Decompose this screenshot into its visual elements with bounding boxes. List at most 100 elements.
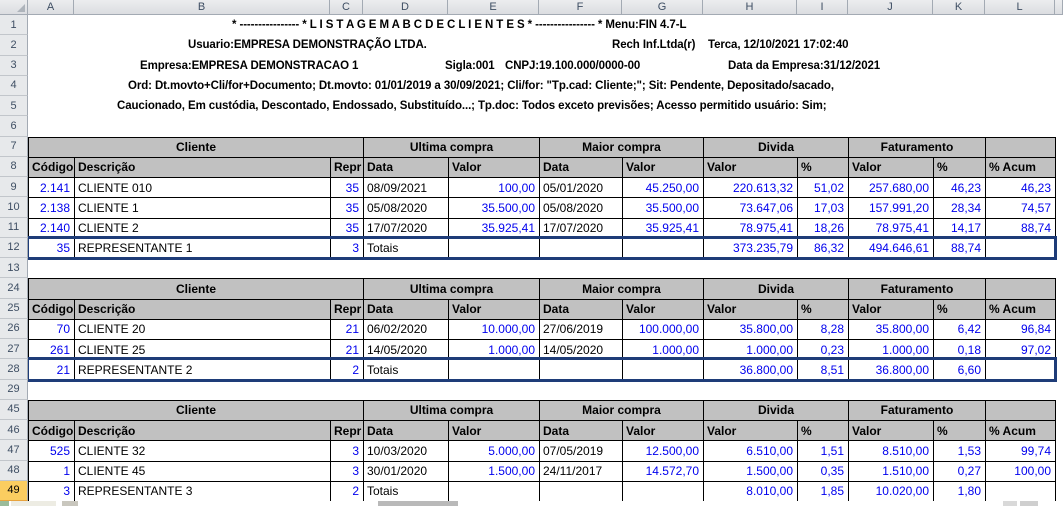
group-header-empty[interactable]: [986, 279, 1056, 300]
data-cell[interactable]: 100,00: [449, 178, 540, 199]
data-cell[interactable]: 07/05/2019: [540, 441, 623, 462]
data-cell[interactable]: 78.975,41: [704, 218, 798, 239]
data-cell[interactable]: 1.510,00: [849, 461, 934, 482]
data-cell[interactable]: 74,57: [986, 198, 1056, 219]
totals-cell[interactable]: 3: [331, 238, 364, 259]
data-cell[interactable]: 2.138: [29, 198, 75, 219]
row-header-7[interactable]: 7: [0, 136, 28, 157]
group-header-divida[interactable]: Divida: [704, 400, 849, 421]
data-cell[interactable]: 10.000,00: [449, 319, 540, 340]
data-cell[interactable]: 6,42: [934, 319, 986, 340]
data-cell[interactable]: 8.510,00: [849, 441, 934, 462]
data-cell[interactable]: 46,23: [934, 178, 986, 199]
data-cell[interactable]: CLIENTE 20: [75, 319, 331, 340]
data-cell[interactable]: 35.800,00: [849, 319, 934, 340]
totals-cell[interactable]: [986, 481, 1056, 502]
data-cell[interactable]: 3: [331, 441, 364, 462]
data-cell[interactable]: 24/11/2017: [540, 461, 623, 482]
data-cell[interactable]: 17,03: [798, 198, 849, 219]
totals-cell[interactable]: 6,60: [934, 360, 986, 381]
totals-cell[interactable]: REPRESENTANTE 1: [75, 238, 331, 259]
group-header-ultima-compra[interactable]: Ultima compra: [364, 400, 540, 421]
column-header-F[interactable]: F: [539, 0, 622, 15]
data-cell[interactable]: 99,74: [986, 441, 1056, 462]
data-cell[interactable]: 0,18: [934, 340, 986, 361]
data-cell[interactable]: 1.500,00: [704, 461, 798, 482]
totals-cell[interactable]: 21: [29, 360, 75, 381]
data-cell[interactable]: 8,28: [798, 319, 849, 340]
totals-cell[interactable]: 86,32: [798, 238, 849, 259]
data-cell[interactable]: 28,34: [934, 198, 986, 219]
data-cell[interactable]: 100.000,00: [623, 319, 704, 340]
group-header-ultima-compra[interactable]: Ultima compra: [364, 279, 540, 300]
column-label-cell[interactable]: % Acum: [986, 421, 1056, 442]
data-cell[interactable]: 2.141: [29, 178, 75, 199]
column-label-cell[interactable]: %: [798, 421, 849, 442]
data-cell[interactable]: 45.250,00: [623, 178, 704, 199]
row-header-2[interactable]: 2: [0, 35, 28, 56]
column-label-cell[interactable]: Data: [364, 157, 449, 178]
column-label-cell[interactable]: Valor: [704, 157, 798, 178]
data-cell[interactable]: 100,00: [986, 461, 1056, 482]
data-cell[interactable]: 35.800,00: [704, 319, 798, 340]
data-cell[interactable]: 35.925,41: [449, 218, 540, 239]
totals-cell[interactable]: [623, 238, 704, 259]
column-label-cell[interactable]: Descrição: [75, 299, 331, 320]
data-cell[interactable]: 6.510,00: [704, 441, 798, 462]
data-cell[interactable]: 14/05/2020: [364, 340, 449, 361]
column-label-cell[interactable]: Data: [540, 157, 623, 178]
totals-cell[interactable]: [986, 360, 1056, 381]
column-label-cell[interactable]: Valor: [449, 421, 540, 442]
totals-cell[interactable]: 10.020,00: [849, 481, 934, 502]
data-cell[interactable]: 21: [331, 319, 364, 340]
totals-cell[interactable]: 8.010,00: [704, 481, 798, 502]
data-cell[interactable]: 1,51: [798, 441, 849, 462]
data-cell[interactable]: CLIENTE 25: [75, 340, 331, 361]
group-header-maior-compra[interactable]: Maior compra: [540, 400, 704, 421]
data-cell[interactable]: CLIENTE 1: [75, 198, 331, 219]
group-header-maior-compra[interactable]: Maior compra: [540, 279, 704, 300]
row-header-10[interactable]: 10: [0, 197, 28, 218]
group-header-cliente[interactable]: Cliente: [29, 137, 364, 158]
column-label-cell[interactable]: Descrição: [75, 157, 331, 178]
totals-cell[interactable]: 3: [29, 481, 75, 502]
data-cell[interactable]: 2.140: [29, 218, 75, 239]
data-cell[interactable]: 30/01/2020: [364, 461, 449, 482]
data-cell[interactable]: 257.680,00: [849, 178, 934, 199]
column-label-cell[interactable]: Valor: [623, 299, 704, 320]
group-header-divida[interactable]: Divida: [704, 137, 849, 158]
data-cell[interactable]: 08/09/2021: [364, 178, 449, 199]
column-header-I[interactable]: I: [797, 0, 848, 15]
row-header-11[interactable]: 11: [0, 217, 28, 238]
data-cell[interactable]: 18,26: [798, 218, 849, 239]
group-header-ultima-compra[interactable]: Ultima compra: [364, 137, 540, 158]
group-header-faturamento[interactable]: Faturamento: [849, 279, 986, 300]
data-cell[interactable]: 51,02: [798, 178, 849, 199]
data-cell[interactable]: CLIENTE 32: [75, 441, 331, 462]
column-header-G[interactable]: G: [622, 0, 703, 15]
data-cell[interactable]: 05/08/2020: [540, 198, 623, 219]
data-cell[interactable]: 1.000,00: [623, 340, 704, 361]
row-header-4[interactable]: 4: [0, 75, 28, 96]
totals-cell[interactable]: REPRESENTANTE 2: [75, 360, 331, 381]
totals-cell[interactable]: [449, 360, 540, 381]
data-cell[interactable]: 14/05/2020: [540, 340, 623, 361]
column-label-cell[interactable]: Código: [29, 299, 75, 320]
totals-cell[interactable]: Totais: [364, 238, 449, 259]
group-header-faturamento[interactable]: Faturamento: [849, 400, 986, 421]
row-header-45[interactable]: 45: [0, 399, 28, 420]
data-cell[interactable]: 10/03/2020: [364, 441, 449, 462]
totals-cell[interactable]: 35: [29, 238, 75, 259]
data-cell[interactable]: 06/02/2020: [364, 319, 449, 340]
data-cell[interactable]: 1,53: [934, 441, 986, 462]
select-all-corner[interactable]: [0, 0, 28, 15]
column-header-D[interactable]: D: [363, 0, 448, 15]
row-header-49[interactable]: 49: [0, 480, 28, 501]
data-cell[interactable]: 27/06/2019: [540, 319, 623, 340]
totals-cell[interactable]: [540, 481, 623, 502]
data-cell[interactable]: 35: [331, 198, 364, 219]
row-header-12[interactable]: 12: [0, 237, 28, 258]
column-header-B[interactable]: B: [74, 0, 330, 15]
data-cell[interactable]: 525: [29, 441, 75, 462]
totals-cell[interactable]: 2: [331, 481, 364, 502]
